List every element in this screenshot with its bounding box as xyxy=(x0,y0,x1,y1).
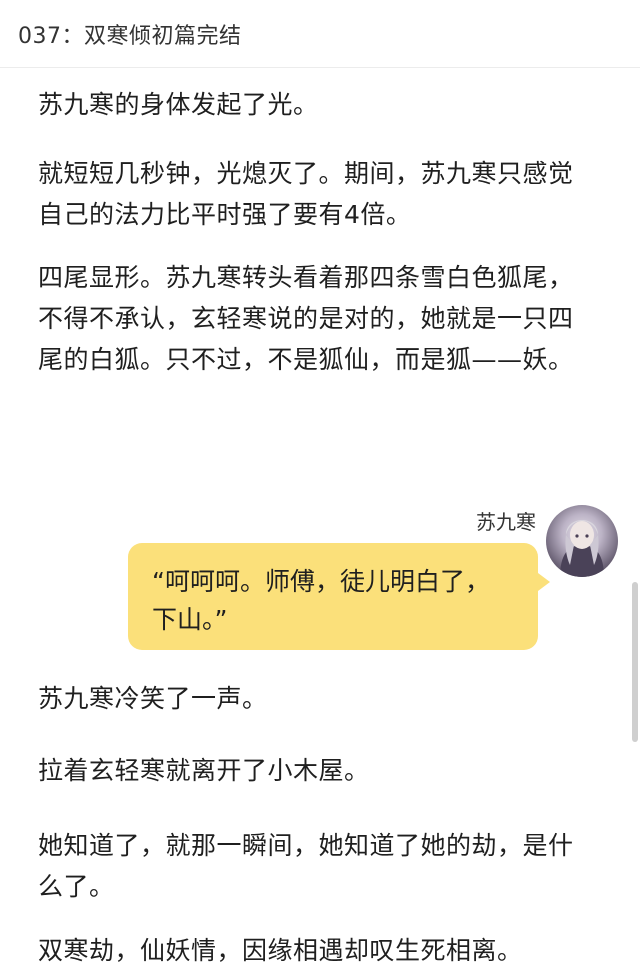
paragraph-4: 苏九寒冷笑了一声。 xyxy=(38,684,268,713)
character-avatar-icon[interactable] xyxy=(546,505,618,577)
paragraph-3: 四尾显形。苏九寒转头看着那四条雪白色狐尾，不得不承认，玄轻寒说的是对的，她就是一… xyxy=(38,263,574,374)
scrollbar[interactable] xyxy=(632,582,638,742)
chapter-title: 037：双寒倾初篇完结 xyxy=(18,24,242,49)
speaker-name: 苏九寒 xyxy=(476,510,536,534)
paragraph-1: 苏九寒的身体发起了光。 xyxy=(38,90,319,119)
chapter-header: 037：双寒倾初篇完结 xyxy=(0,0,640,68)
paragraph-6: 她知道了，就那一瞬间，她知道了她的劫，是什么了。 xyxy=(38,831,574,901)
paragraph-2: 就短短几秒钟，光熄灭了。期间，苏九寒只感觉自己的法力比平时强了要有4倍。 xyxy=(38,159,574,229)
paragraph-5: 拉着玄轻寒就离开了小木屋。 xyxy=(38,756,370,785)
paragraph-7: 双寒劫，仙妖情，因缘相遇却叹生死相离。 xyxy=(38,936,523,965)
dialogue-bubble: “呵呵呵。师傅，徒儿明白了，下山。” xyxy=(128,543,550,650)
